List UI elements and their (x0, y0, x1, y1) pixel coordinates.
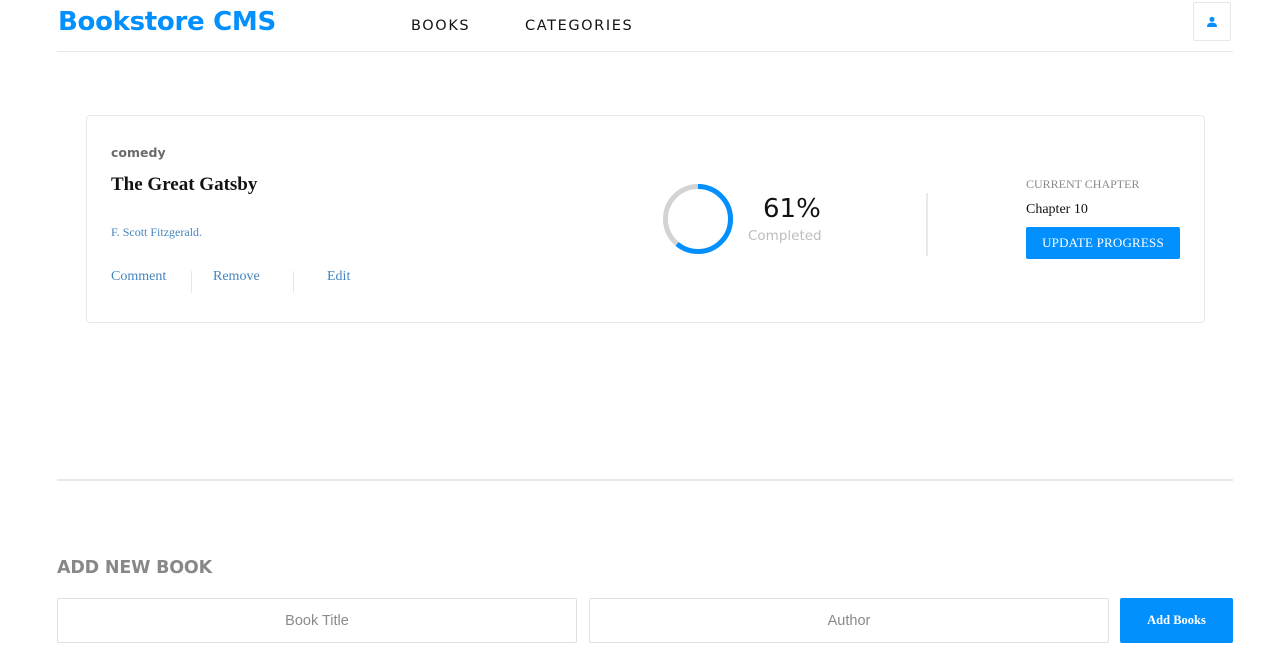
book-title: The Great Gatsby (111, 174, 258, 195)
progress-divider (926, 193, 928, 256)
book-title-input[interactable] (57, 598, 577, 643)
update-progress-button[interactable]: UPDATE PROGRESS (1026, 227, 1180, 259)
nav-categories-link[interactable]: CATEGORIES (525, 18, 633, 34)
action-divider (293, 271, 294, 293)
book-card: comedy The Great Gatsby F. Scott Fitzger… (86, 115, 1205, 323)
user-button[interactable] (1193, 2, 1231, 41)
action-divider (191, 271, 192, 293)
progress-ring (663, 184, 733, 254)
current-chapter-label: CURRENT CHAPTER (1026, 177, 1140, 191)
progress-completed-label: Completed (748, 228, 822, 244)
comment-button[interactable]: Comment (111, 269, 166, 285)
progress-percent: 61% (763, 194, 821, 224)
header: Bookstore CMS BOOKS CATEGORIES (57, 0, 1233, 52)
user-icon (1207, 16, 1217, 27)
edit-button[interactable]: Edit (327, 269, 350, 285)
nav-books-link[interactable]: BOOKS (411, 18, 470, 34)
book-author: F. Scott Fitzgerald. (111, 225, 203, 239)
section-divider (57, 479, 1233, 481)
book-category: comedy (111, 145, 166, 160)
logo[interactable]: Bookstore CMS (58, 7, 276, 37)
author-input[interactable] (589, 598, 1109, 643)
remove-button[interactable]: Remove (213, 269, 260, 285)
current-chapter-value: Chapter 10 (1026, 202, 1088, 217)
add-book-heading: ADD NEW BOOK (57, 558, 212, 578)
add-books-button[interactable]: Add Books (1120, 598, 1233, 643)
